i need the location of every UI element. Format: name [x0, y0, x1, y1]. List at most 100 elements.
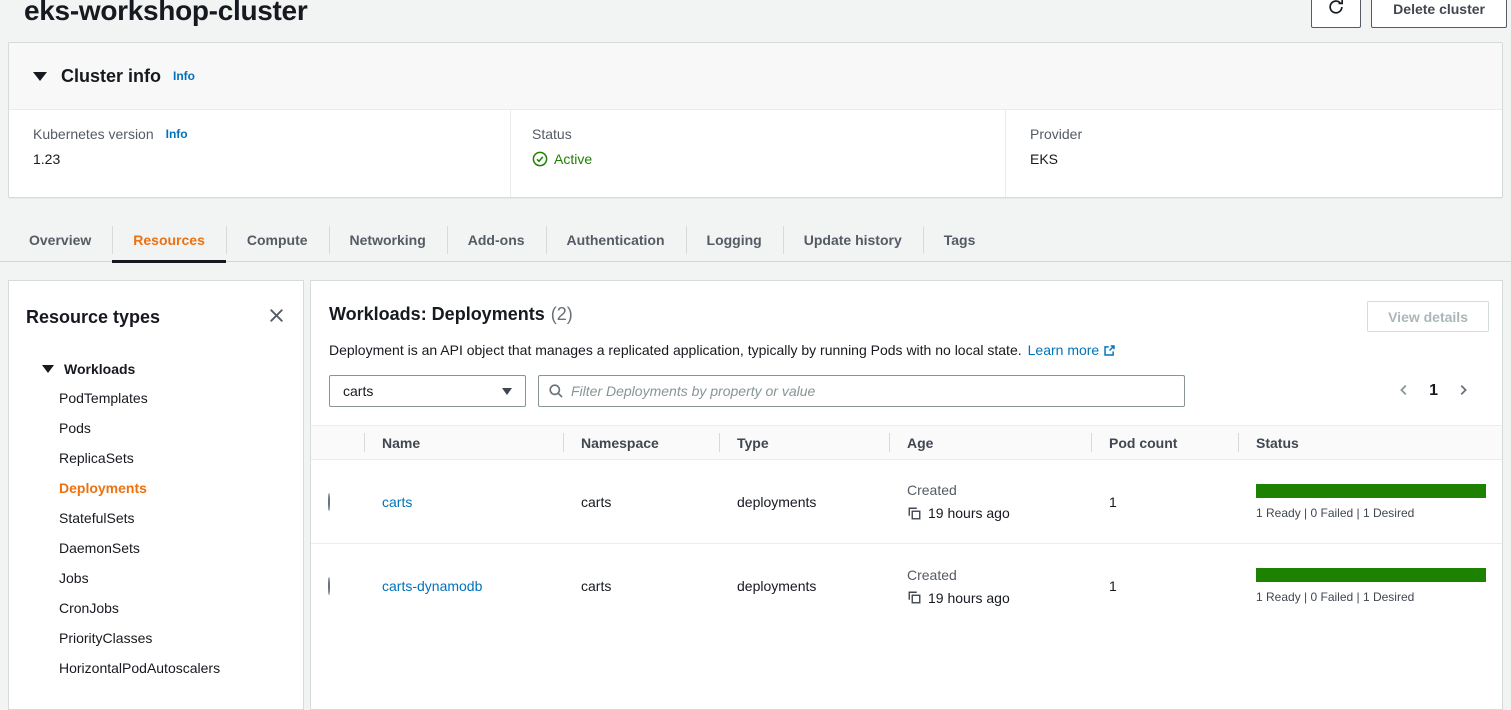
deployments-title-text: Workloads: Deployments — [329, 304, 545, 324]
sidebar-item-daemonsets[interactable]: DaemonSets — [9, 533, 303, 563]
close-panel-button[interactable] — [266, 305, 287, 329]
kubernetes-version-value: 1.23 — [33, 151, 510, 167]
pagination: 1 — [1395, 381, 1484, 402]
tab-logging[interactable]: Logging — [686, 218, 783, 261]
cluster-info-header[interactable]: Cluster info Info — [9, 43, 1502, 110]
tab-add-ons[interactable]: Add-ons — [447, 218, 546, 261]
chevron-down-icon — [502, 388, 512, 395]
copy-icon[interactable] — [907, 506, 922, 521]
status-bar — [1256, 484, 1486, 498]
status-label: Status — [532, 126, 572, 142]
tab-networking[interactable]: Networking — [329, 218, 447, 261]
current-page-number[interactable]: 1 — [1429, 382, 1438, 400]
cluster-info-info-link[interactable]: Info — [173, 69, 195, 83]
search-input[interactable] — [571, 383, 1175, 399]
namespace-cell: carts — [563, 494, 719, 510]
status-field: Status Active — [511, 110, 1006, 197]
status-cell: 1 Ready | 0 Failed | 1 Desired — [1238, 568, 1502, 604]
deployment-name-link[interactable]: carts-dynamodb — [382, 578, 482, 594]
tab-compute[interactable]: Compute — [226, 218, 329, 261]
page-title: eks-workshop-cluster — [24, 0, 307, 28]
status-text: 1 Ready | 0 Failed | 1 Desired — [1256, 590, 1502, 604]
sidebar-item-statefulsets[interactable]: StatefulSets — [9, 503, 303, 533]
column-header-age[interactable]: Age — [889, 426, 1091, 459]
table-row: carts carts deployments Created 19 hours… — [311, 460, 1502, 544]
sidebar-group-label: Workloads — [64, 361, 135, 377]
deployments-count: (2) — [551, 304, 573, 324]
deployments-panel-title: Workloads: Deployments (2) — [329, 301, 573, 327]
close-icon — [268, 307, 285, 327]
column-header-status[interactable]: Status — [1238, 426, 1502, 459]
kubernetes-version-info-link[interactable]: Info — [166, 127, 188, 141]
sidebar-item-replicasets[interactable]: ReplicaSets — [9, 443, 303, 473]
table-row: carts-dynamodb carts deployments Created… — [311, 544, 1502, 628]
age-value-text: 19 hours ago — [928, 505, 1010, 521]
header-actions: Delete cluster — [1311, 0, 1507, 28]
pod-count-cell: 1 — [1091, 494, 1238, 510]
pod-count-cell: 1 — [1091, 578, 1238, 594]
refresh-button[interactable] — [1311, 0, 1361, 28]
group-collapse-triangle-icon — [42, 365, 54, 373]
delete-cluster-button[interactable]: Delete cluster — [1371, 0, 1507, 28]
provider-value: EKS — [1030, 151, 1502, 167]
deployment-name-link[interactable]: carts — [382, 494, 412, 510]
kubernetes-version-label: Kubernetes version — [33, 126, 154, 142]
learn-more-link[interactable]: Learn more — [1028, 342, 1100, 358]
tab-overview[interactable]: Overview — [8, 218, 112, 261]
view-details-button[interactable]: View details — [1367, 301, 1489, 332]
cluster-info-title: Cluster info — [61, 66, 161, 87]
tab-resources[interactable]: Resources — [112, 218, 226, 261]
sidebar-group-workloads[interactable]: Workloads — [42, 355, 303, 383]
tab-authentication[interactable]: Authentication — [546, 218, 686, 261]
sidebar-item-priorityclasses[interactable]: PriorityClasses — [9, 623, 303, 653]
cluster-info-body: Kubernetes version Info 1.23 Status Acti… — [9, 110, 1502, 197]
deployments-table: Name Namespace Type Age Pod count Status… — [311, 425, 1502, 628]
sidebar-item-deployments[interactable]: Deployments — [9, 473, 303, 503]
age-cell: Created 19 hours ago — [889, 482, 1091, 521]
collapse-triangle-icon — [33, 72, 47, 81]
column-header-pod-count[interactable]: Pod count — [1091, 426, 1238, 459]
sidebar-item-cronjobs[interactable]: CronJobs — [9, 593, 303, 623]
status-bar — [1256, 568, 1486, 582]
tab-bar: Overview Resources Compute Networking Ad… — [0, 218, 1511, 262]
search-box — [538, 375, 1185, 407]
row-radio-button[interactable] — [328, 577, 330, 595]
type-cell: deployments — [719, 578, 889, 594]
previous-page-button[interactable] — [1395, 381, 1413, 402]
row-radio-button[interactable] — [328, 493, 330, 511]
age-created-label: Created — [907, 567, 1091, 583]
column-header-namespace[interactable]: Namespace — [563, 426, 719, 459]
tab-update-history[interactable]: Update history — [783, 218, 923, 261]
sidebar-item-pods[interactable]: Pods — [9, 413, 303, 443]
copy-icon[interactable] — [907, 590, 922, 605]
chevron-right-icon — [1456, 383, 1470, 400]
status-value: Active — [554, 151, 592, 167]
column-header-name[interactable]: Name — [364, 426, 563, 459]
chevron-left-icon — [1397, 383, 1411, 400]
status-cell: 1 Ready | 0 Failed | 1 Desired — [1238, 484, 1502, 520]
namespace-cell: carts — [563, 578, 719, 594]
table-header-row: Name Namespace Type Age Pod count Status — [311, 425, 1502, 460]
tab-tags[interactable]: Tags — [923, 218, 997, 261]
age-created-label: Created — [907, 482, 1091, 498]
cluster-info-card: Cluster info Info Kubernetes version Inf… — [8, 42, 1503, 198]
next-page-button[interactable] — [1454, 381, 1472, 402]
status-text: 1 Ready | 0 Failed | 1 Desired — [1256, 506, 1502, 520]
provider-label: Provider — [1030, 126, 1082, 142]
sidebar-item-jobs[interactable]: Jobs — [9, 563, 303, 593]
resource-types-panel: Resource types Workloads PodTemplates Po… — [8, 280, 304, 710]
age-value-text: 19 hours ago — [928, 590, 1010, 606]
provider-field: Provider EKS — [1006, 110, 1502, 197]
refresh-icon — [1327, 0, 1345, 19]
sidebar-item-podtemplates[interactable]: PodTemplates — [9, 383, 303, 413]
search-icon — [548, 383, 564, 399]
filter-dropdown[interactable]: carts — [329, 375, 526, 407]
selection-column-header — [311, 426, 364, 459]
resource-types-title: Resource types — [26, 307, 160, 328]
deployments-panel: Workloads: Deployments (2) View details D… — [310, 280, 1503, 710]
deployments-description: Deployment is an API object that manages… — [329, 340, 1502, 362]
sidebar-item-horizontalpodautoscalers[interactable]: HorizontalPodAutoscalers — [9, 653, 303, 683]
kubernetes-version-field: Kubernetes version Info 1.23 — [9, 110, 511, 197]
description-text: Deployment is an API object that manages… — [329, 342, 1022, 358]
column-header-type[interactable]: Type — [719, 426, 889, 459]
